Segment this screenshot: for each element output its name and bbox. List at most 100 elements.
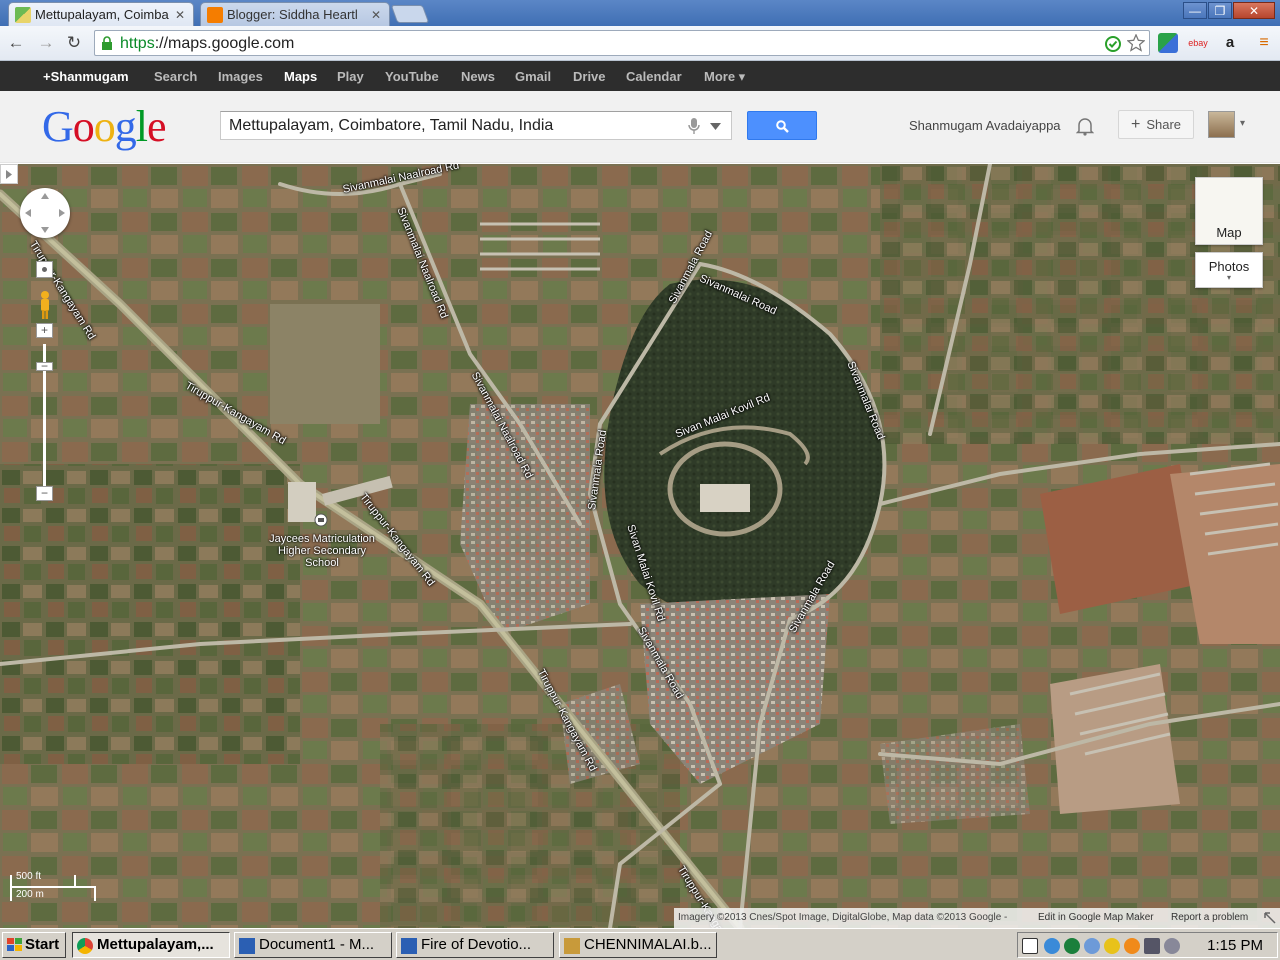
zoom-slider-handle[interactable]: − [36, 360, 53, 372]
account-chevron-icon[interactable]: ▾ [1240, 118, 1245, 129]
photos-label: Photos [1208, 259, 1250, 274]
zoom-in-button[interactable]: + [36, 323, 53, 338]
gbar-profile-link[interactable]: +Shanmugam [43, 69, 129, 84]
map-canvas[interactable]: Sivanmalai Naalroad Rd Sivanmalai Naalro… [0, 164, 1280, 928]
scale-meters: 200 m [16, 889, 44, 900]
gbar-gmail-link[interactable]: Gmail [515, 69, 551, 84]
windows-taskbar: Start Mettupalayam,... Document1 - M... … [0, 928, 1280, 960]
shield-icon[interactable] [1104, 938, 1120, 954]
amazon-extension-icon[interactable]: a [1220, 33, 1240, 53]
share-button[interactable]: + Share [1118, 110, 1194, 139]
gbar-maps-link[interactable]: Maps [284, 69, 317, 84]
maps-header: Google Shanmugam Avadaiyappa + Share ▾ [0, 91, 1280, 163]
google-bar: +Shanmugam Search Images Maps Play YouTu… [0, 61, 1280, 91]
gbar-play-link[interactable]: Play [337, 69, 364, 84]
search-box [220, 111, 732, 140]
new-tab-button[interactable] [390, 5, 430, 23]
school-poi-icon[interactable] [314, 513, 328, 527]
maps-favicon-icon [15, 6, 31, 23]
notification-bell-icon[interactable] [1076, 116, 1094, 136]
network-icon[interactable] [1044, 938, 1060, 954]
gbar-search-link[interactable]: Search [154, 69, 197, 84]
volume-icon[interactable] [1164, 938, 1180, 954]
lock-icon [102, 36, 112, 50]
url-scheme: https [120, 35, 155, 52]
start-button[interactable]: Start [2, 932, 66, 958]
microphone-icon[interactable] [688, 118, 700, 135]
gbar-more-link[interactable]: More ▾ [704, 69, 745, 85]
tab-maps[interactable]: Mettupalayam, Coimba ✕ [8, 2, 194, 26]
extension-icon[interactable] [1158, 33, 1178, 53]
system-tray: 1:15 PM [1017, 932, 1278, 958]
google-logo[interactable]: Google [42, 101, 167, 152]
minimize-button[interactable]: — [1183, 2, 1207, 19]
word-icon [239, 938, 255, 954]
report-problem-link[interactable]: Report a problem [1171, 912, 1248, 923]
display-icon[interactable] [1144, 938, 1160, 954]
avatar[interactable] [1208, 111, 1235, 138]
share-label: Share [1146, 117, 1182, 132]
pan-control[interactable] [20, 188, 70, 238]
chrome-icon [77, 938, 93, 954]
forward-button[interactable]: → [36, 34, 56, 52]
ebay-extension-icon[interactable]: ebay [1188, 33, 1208, 53]
my-location-button[interactable] [36, 261, 53, 278]
zoom-out-button[interactable]: − [36, 486, 53, 501]
taskbar-item-image[interactable]: CHENNIMALAI.b... [559, 932, 717, 958]
tab-label: Blogger: Siddha Heartl [227, 7, 358, 22]
maximize-button[interactable]: ❐ [1208, 2, 1232, 19]
school-poi-label[interactable]: Jaycees Matriculation Higher Secondary S… [262, 533, 382, 569]
system-clock[interactable]: 1:15 PM [1207, 937, 1263, 954]
menu-icon[interactable]: ≡ [1254, 33, 1274, 53]
gbar-drive-link[interactable]: Drive [573, 69, 606, 84]
map-footer: Imagery ©2013 Cnes/Spot Image, DigitalGl… [674, 908, 1280, 928]
blogger-favicon-icon [207, 6, 223, 23]
start-label: Start [25, 936, 60, 953]
close-tab-icon[interactable]: ✕ [369, 8, 383, 22]
address-bar[interactable]: https://maps.google.com [94, 30, 1150, 56]
back-button[interactable]: ← [6, 34, 26, 52]
pan-arrows-icon [25, 193, 65, 233]
tab-label: Mettupalayam, Coimba [35, 7, 169, 22]
tab-blogger[interactable]: Blogger: Siddha Heartl ✕ [200, 2, 390, 26]
collapse-panel-button[interactable] [0, 164, 18, 184]
antivirus-icon[interactable] [1064, 938, 1080, 954]
search-button[interactable] [747, 111, 817, 140]
location-dot-icon [42, 267, 47, 272]
update-icon[interactable] [1124, 938, 1140, 954]
account-name[interactable]: Shanmugam Avadaiyappa [909, 118, 1061, 133]
taskbar-item-word[interactable]: Document1 - M... [234, 932, 392, 958]
close-tab-icon[interactable]: ✕ [173, 8, 187, 22]
browser-toolbar: ← → ↻ https://maps.google.com ebay a ≡ [0, 26, 1280, 61]
map-scale: 500 ft 200 m [10, 871, 100, 903]
close-window-button[interactable]: ✕ [1233, 2, 1275, 19]
url-host: ://maps.google.com [154, 35, 295, 52]
street-view-pegman-icon[interactable] [38, 290, 52, 320]
scale-bar [10, 886, 96, 888]
word-icon [401, 938, 417, 954]
map-view-button[interactable]: Map [1195, 177, 1263, 245]
help-icon[interactable] [1022, 938, 1038, 954]
edit-map-maker-link[interactable]: Edit in Google Map Maker [1038, 912, 1154, 923]
photos-chevron-icon: ▾ [1226, 273, 1231, 282]
image-file-icon [564, 938, 580, 954]
expand-corner-icon[interactable] [1264, 912, 1276, 924]
map-view-label: Map [1216, 225, 1242, 240]
chevron-down-icon[interactable] [710, 123, 721, 130]
gbar-images-link[interactable]: Images [218, 69, 263, 84]
search-input[interactable] [229, 116, 669, 136]
reload-button[interactable]: ↻ [64, 34, 84, 52]
browser-tabstrip: Mettupalayam, Coimba ✕ Blogger: Siddha H… [0, 0, 1280, 26]
url-text: https://maps.google.com [120, 35, 294, 53]
photos-button[interactable]: Photos ▾ [1195, 252, 1263, 288]
check-circle-icon[interactable] [1105, 36, 1121, 52]
taskbar-item-chrome[interactable]: Mettupalayam,... [72, 932, 230, 958]
gbar-youtube-link[interactable]: YouTube [385, 69, 439, 84]
gbar-calendar-link[interactable]: Calendar [626, 69, 682, 84]
windows-logo-icon [7, 938, 22, 951]
search-icon [776, 120, 789, 133]
gbar-news-link[interactable]: News [461, 69, 495, 84]
bookmark-star-icon[interactable] [1127, 34, 1145, 52]
taskbar-item-word-2[interactable]: Fire of Devotio... [396, 932, 554, 958]
globe-icon[interactable] [1084, 938, 1100, 954]
